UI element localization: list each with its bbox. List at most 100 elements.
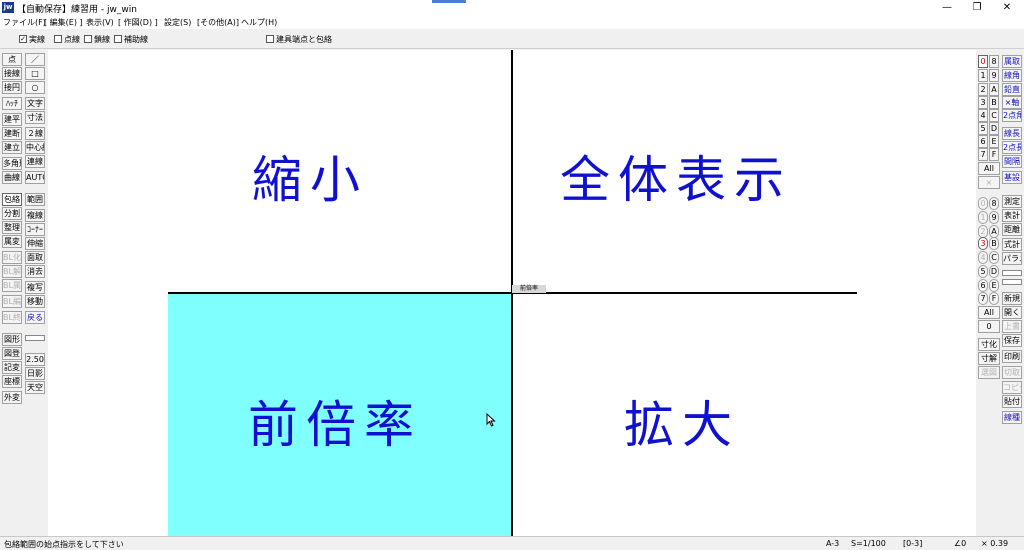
group-zero-button[interactable]: 0 (978, 320, 1000, 333)
group-button-9[interactable]: 9 (989, 211, 999, 224)
tool-double-line[interactable]: ２線 (25, 127, 45, 140)
tool-rectangle[interactable]: □ (25, 67, 45, 80)
tool-dimension[interactable]: 寸法 (25, 111, 45, 124)
layer-all-button[interactable]: All (978, 162, 1000, 175)
layer-button-e[interactable]: E (989, 135, 999, 148)
checkbox-fixture[interactable] (266, 35, 274, 43)
tool-line[interactable]: ／ (25, 53, 45, 66)
tool-block-release[interactable]: BL解 (2, 265, 22, 278)
tool-parametric[interactable]: パラメ (1002, 252, 1022, 265)
layer-button-f[interactable]: F (989, 148, 999, 161)
tool-height[interactable]: 2.50 (25, 353, 45, 366)
line-color-swatch[interactable] (25, 335, 45, 341)
angle-indicator[interactable]: ∠0 (954, 539, 966, 548)
tool-point[interactable]: 点 (2, 53, 22, 66)
menu-edit[interactable]: [ 編集(E) ] (44, 17, 83, 28)
tool-stretch[interactable]: 伸縮 (25, 237, 45, 250)
color-swatch-1[interactable] (1002, 270, 1022, 276)
menu-help[interactable]: ヘルプ(H) (241, 17, 277, 28)
tool-block-make[interactable]: BL化 (2, 251, 22, 264)
layer-button-7[interactable]: 7 (978, 148, 988, 161)
tool-measure[interactable]: 測定 (1002, 195, 1022, 208)
fixture-endpoint-option[interactable]: 建具端点と包絡 (266, 34, 332, 44)
tool-elevation-fixture[interactable]: 建立 (2, 141, 22, 154)
tool-vertical[interactable]: 鉛直 (1002, 83, 1022, 96)
close-button[interactable]: ✕ (992, 1, 1022, 15)
tool-copy[interactable]: 複写 (25, 281, 45, 294)
group-button-3[interactable]: 3 (978, 237, 988, 250)
group-button-5[interactable]: 5 (978, 265, 988, 278)
layer-button-4[interactable]: 4 (978, 109, 988, 122)
line-type-auxiliary[interactable]: 補助線 (114, 34, 148, 44)
menu-view[interactable]: 表示(V) (86, 17, 114, 28)
layer-button-0[interactable]: 0 (978, 55, 988, 68)
select-figure-button[interactable]: 選図 (978, 366, 1000, 379)
tool-circle[interactable]: ○ (25, 81, 45, 94)
tool-figure[interactable]: 図形 (2, 333, 22, 346)
layer-button-1[interactable]: 1 (978, 69, 988, 82)
line-type-chain[interactable]: 鎖線 (84, 34, 110, 44)
tool-table-calc[interactable]: 表計 (1002, 209, 1022, 222)
tool-continuous-line[interactable]: 連線 (25, 155, 45, 168)
restore-button[interactable]: ❐ (962, 1, 992, 15)
menu-draw[interactable]: [ 作図(D) ] (118, 17, 158, 28)
menu-other[interactable]: [その他(A)] (197, 17, 239, 28)
tool-section-fixture[interactable]: 建断 (2, 127, 22, 140)
tool-coordinate[interactable]: 座標 (2, 375, 22, 388)
new-file-button[interactable]: 新規 (1002, 292, 1022, 305)
tool-base-setting[interactable]: 基設 (1002, 171, 1022, 184)
dimension-release-button[interactable]: 寸解 (978, 352, 1000, 365)
layer-button-d[interactable]: D (989, 122, 999, 135)
color-swatch-2[interactable] (1002, 279, 1022, 285)
paste-button[interactable]: 貼付 (1002, 395, 1022, 408)
tool-distance[interactable]: 距離 (1002, 223, 1022, 236)
group-button-f[interactable]: F (989, 292, 999, 305)
group-all-button[interactable]: All (978, 306, 1000, 319)
overwrite-button[interactable]: 上書 (1002, 320, 1022, 333)
tool-curve[interactable]: 曲線 (2, 171, 22, 184)
tool-undo[interactable]: 戻る (25, 311, 45, 324)
group-button-6[interactable]: 6 (978, 279, 988, 292)
dimension-to-figure-button[interactable]: 寸化 (978, 338, 1000, 351)
tool-attribute-pick[interactable]: 属取 (1002, 55, 1022, 68)
menu-file[interactable]: ファイル(F) (3, 17, 46, 28)
tool-two-point-angle[interactable]: 2点角 (1002, 109, 1022, 122)
layer-button-a[interactable]: A (989, 83, 999, 96)
layer-button-9[interactable]: 9 (989, 69, 999, 82)
tool-corner[interactable]: ｺｰﾅｰ (25, 223, 45, 236)
layer-button-6[interactable]: 6 (978, 135, 988, 148)
group-button-8[interactable]: 8 (989, 197, 999, 210)
tool-chamfer[interactable]: 面取 (25, 251, 45, 264)
tool-line-length[interactable]: 線長 (1002, 127, 1022, 140)
tool-symbol-change[interactable]: 記変 (2, 361, 22, 374)
drawing-canvas[interactable]: 縮小 全体表示 前倍率 拡大 前倍率 (48, 50, 976, 536)
copy-button[interactable]: コピー (1002, 381, 1022, 394)
zoom-in-label[interactable]: 拡大 (624, 385, 740, 457)
tool-two-point-length[interactable]: 2点長 (1002, 141, 1022, 154)
layer-button-3[interactable]: 3 (978, 96, 988, 109)
line-type-solid[interactable]: ✓ 実線 (19, 34, 45, 44)
tool-shadow[interactable]: 日影 (25, 367, 45, 380)
scale-indicator[interactable]: S=1/100 (851, 539, 886, 548)
group-button-b[interactable]: B (989, 237, 999, 250)
layer-button-5[interactable]: 5 (978, 122, 988, 135)
tool-external-change[interactable]: 外変 (2, 391, 22, 404)
tool-polygon[interactable]: 多角形 (2, 157, 22, 170)
group-button-4[interactable]: 4 (978, 251, 988, 264)
group-button-e[interactable]: E (989, 279, 999, 292)
minimize-button[interactable]: — (932, 1, 962, 15)
checkbox-solid[interactable]: ✓ (19, 35, 27, 43)
tool-range[interactable]: 範囲 (25, 193, 45, 206)
tool-tangent-line[interactable]: 接線 (2, 67, 22, 80)
tool-tangent-circle[interactable]: 接円 (2, 81, 22, 94)
menu-settings[interactable]: 設定(S) (164, 17, 191, 28)
tool-x-axis[interactable]: ×軸 (1002, 96, 1022, 109)
tool-auto[interactable]: AUTO (25, 171, 45, 184)
layer-button-2[interactable]: 2 (978, 83, 988, 96)
layer-button-c[interactable]: C (989, 109, 999, 122)
tool-hatch[interactable]: ﾊｯﾁ (2, 97, 22, 110)
zoom-out-label[interactable]: 縮小 (252, 140, 368, 212)
tool-figure-register[interactable]: 図登 (2, 347, 22, 360)
group-button-0[interactable]: 0 (978, 197, 988, 210)
save-button[interactable]: 保存 (1002, 334, 1022, 347)
